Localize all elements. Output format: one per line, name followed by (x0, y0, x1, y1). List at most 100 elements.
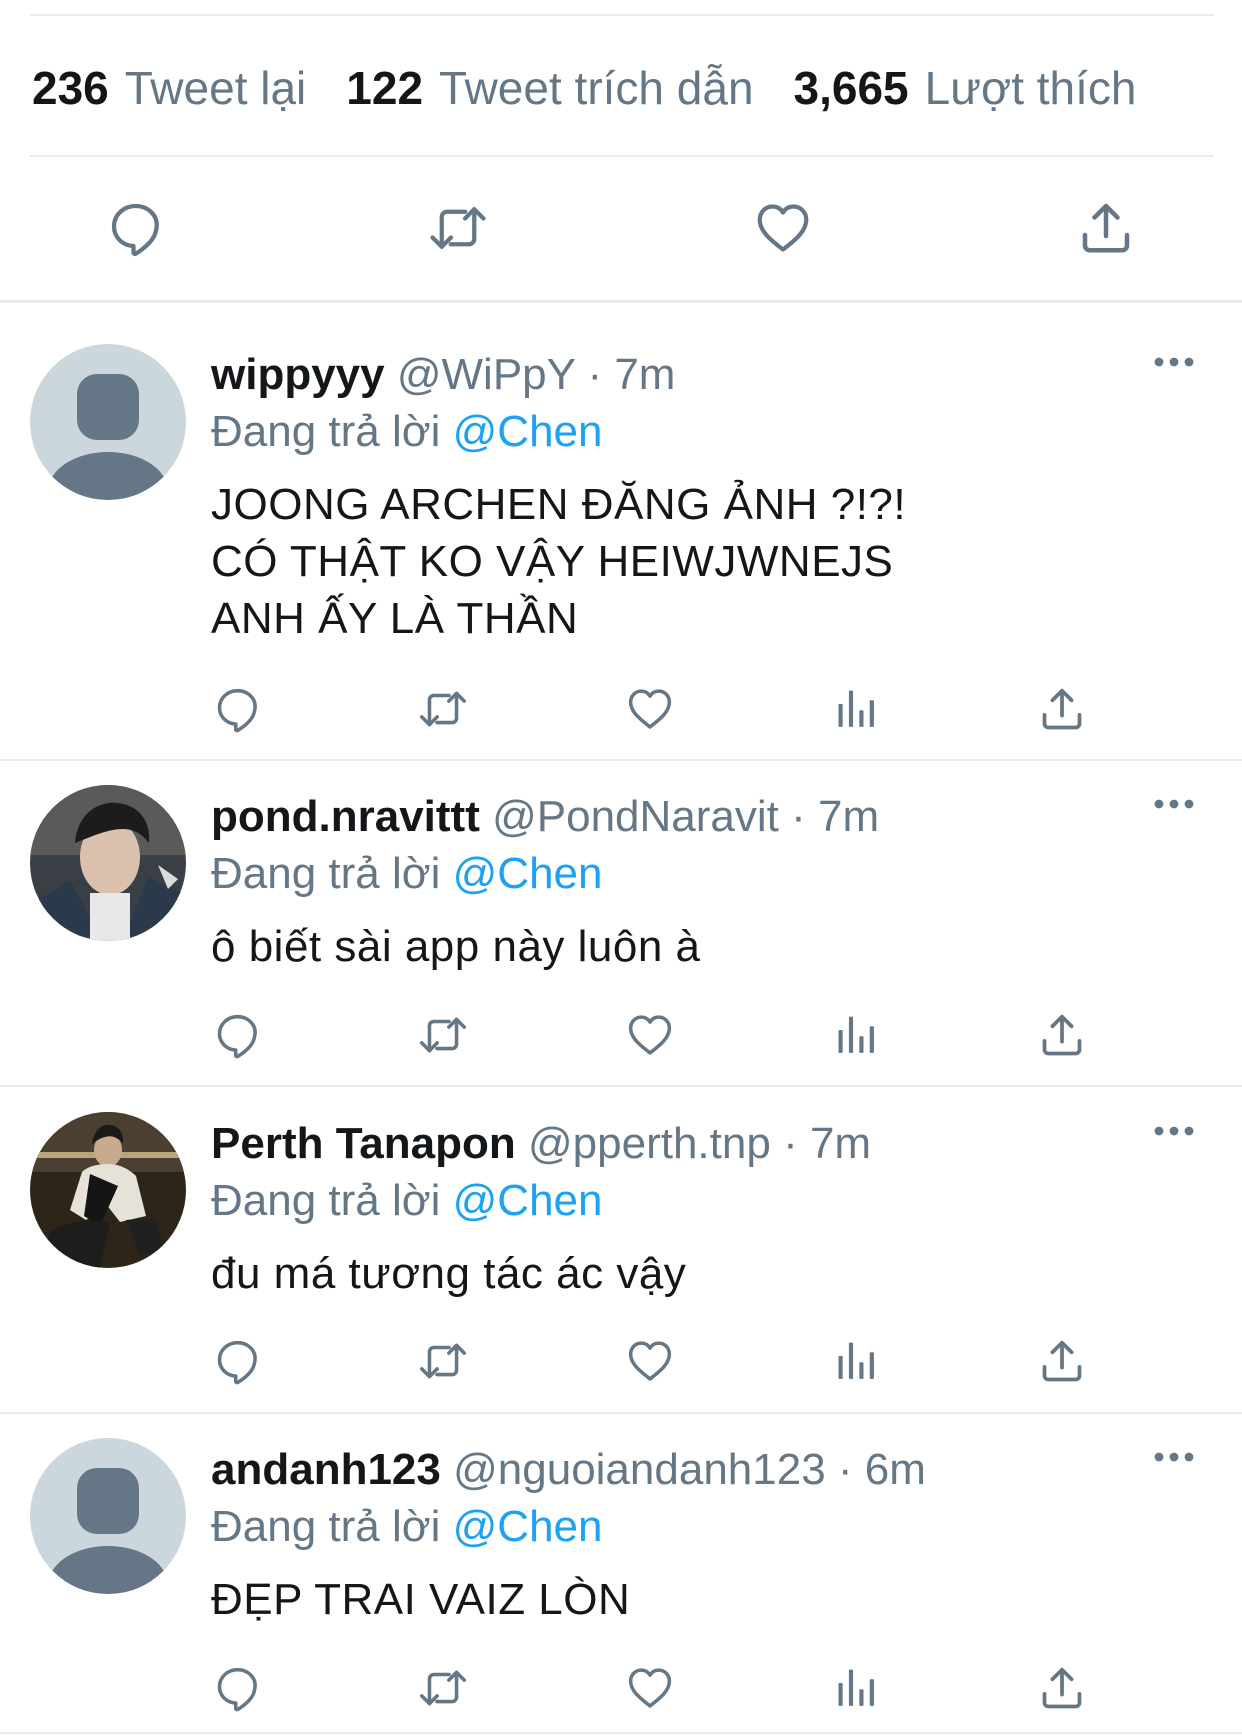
mention-link[interactable]: @Chen (453, 407, 603, 456)
share-icon (1037, 1663, 1087, 1713)
username[interactable]: @pperth.tnp (528, 1119, 771, 1168)
retweet-button[interactable] (415, 1007, 471, 1063)
timestamp: 7m (614, 350, 676, 399)
tweet-text: JOONG ARCHEN ĐĂNG ẢNH ?!?! CÓ THẬT KO VẬ… (211, 480, 907, 643)
heart-icon (625, 1010, 675, 1060)
retweet-button[interactable] (426, 196, 490, 260)
tweet-text: ô biết sài app này luôn à (211, 922, 701, 971)
mention-link[interactable]: @Chen (453, 849, 603, 898)
replying-prefix: Đang trả lời (211, 849, 441, 898)
share-button[interactable] (1034, 1333, 1090, 1389)
retweet-icon (418, 1663, 468, 1713)
mention-link[interactable]: @Chen (453, 1502, 603, 1551)
share-button[interactable] (1074, 196, 1138, 260)
share-button[interactable] (1034, 1660, 1090, 1716)
reply-icon (212, 1336, 262, 1386)
more-button[interactable] (1144, 347, 1204, 377)
separator: · (837, 1445, 853, 1494)
reply-tweet[interactable]: pond.nravittt @PondNaravit · 7m Đang trả… (0, 761, 1242, 1086)
reply-divider (0, 1732, 1242, 1734)
retweet-icon (428, 198, 488, 258)
analytics-icon (831, 684, 881, 734)
timestamp: 6m (864, 1445, 926, 1494)
reply-button[interactable] (209, 1333, 265, 1389)
share-icon (1037, 684, 1087, 734)
reply-actions (0, 1660, 1242, 1716)
analytics-button[interactable] (828, 1660, 884, 1716)
reply-icon (105, 198, 165, 258)
analytics-icon (831, 1336, 881, 1386)
display-name[interactable]: andanh123 (211, 1445, 441, 1494)
profile-photo-icon (30, 1112, 186, 1268)
analytics-button[interactable] (828, 1333, 884, 1389)
like-button[interactable] (622, 1333, 678, 1389)
share-button[interactable] (1034, 681, 1090, 737)
more-button[interactable] (1144, 789, 1204, 819)
reply-button[interactable] (209, 1660, 265, 1716)
username[interactable]: @nguoiandanh123 (453, 1445, 826, 1494)
reply-header: Perth Tanapon @pperth.tnp · 7m (211, 1115, 1182, 1173)
analytics-button[interactable] (828, 1007, 884, 1063)
retweet-button[interactable] (415, 1660, 471, 1716)
like-button[interactable] (622, 1660, 678, 1716)
retweet-button[interactable] (415, 1333, 471, 1389)
heart-icon (753, 198, 813, 258)
display-name[interactable]: pond.nravittt (211, 792, 480, 841)
replying-to: Đang trả lời @Chen (211, 845, 1182, 903)
analytics-icon (831, 1010, 881, 1060)
avatar[interactable] (30, 785, 186, 941)
replying-to: Đang trả lời @Chen (211, 1498, 1182, 1556)
more-button[interactable] (1144, 1116, 1204, 1146)
retweet-icon (418, 684, 468, 734)
like-button[interactable] (622, 681, 678, 737)
more-icon (1153, 356, 1195, 368)
retweet-button[interactable] (415, 681, 471, 737)
reply-header: pond.nravittt @PondNaravit · 7m (211, 788, 1182, 846)
share-icon (1037, 1010, 1087, 1060)
share-button[interactable] (1034, 1007, 1090, 1063)
display-name[interactable]: wippyyy (211, 350, 385, 399)
mention-link[interactable]: @Chen (453, 1176, 603, 1225)
quote-tweets-label: Tweet trích dẫn (439, 62, 754, 114)
replying-to: Đang trả lời @Chen (211, 1172, 1182, 1230)
avatar[interactable] (30, 1438, 186, 1594)
like-button[interactable] (622, 1007, 678, 1063)
heart-icon (625, 684, 675, 734)
reply-button[interactable] (103, 196, 167, 260)
reply-tweet[interactable]: andanh123 @nguoiandanh123 · 6m Đang trả … (0, 1414, 1242, 1736)
stats-divider (30, 155, 1214, 157)
reply-header: wippyyy @WiPpY · 7m (211, 346, 1182, 404)
retweet-icon (418, 1010, 468, 1060)
retweets-label: Tweet lại (124, 62, 307, 114)
reply-header: andanh123 @nguoiandanh123 · 6m (211, 1441, 1182, 1499)
display-name[interactable]: Perth Tanapon (211, 1119, 516, 1168)
more-icon (1153, 798, 1195, 810)
quote-tweets-stat[interactable]: 122 Tweet trích dẫn (346, 61, 753, 115)
avatar[interactable] (30, 1112, 186, 1268)
likes-label: Lượt thích (924, 62, 1137, 114)
avatar[interactable] (30, 344, 186, 500)
reply-tweet[interactable]: wippyyy @WiPpY · 7m Đang trả lời @Chen J… (0, 303, 1242, 760)
analytics-button[interactable] (828, 681, 884, 737)
main-tweet-actions (0, 196, 1242, 266)
default-avatar-icon (30, 344, 186, 500)
like-button[interactable] (751, 196, 815, 260)
heart-icon (625, 1663, 675, 1713)
reply-tweet[interactable]: Perth Tanapon @pperth.tnp · 7m Đang trả … (0, 1087, 1242, 1413)
more-button[interactable] (1144, 1442, 1204, 1472)
username[interactable]: @PondNaravit (492, 792, 779, 841)
reply-actions (0, 1007, 1242, 1063)
likes-count: 3,665 (793, 62, 909, 114)
reply-actions (0, 1333, 1242, 1389)
reply-icon (212, 1663, 262, 1713)
more-icon (1153, 1451, 1195, 1463)
reply-button[interactable] (209, 681, 265, 737)
replying-to: Đang trả lời @Chen (211, 403, 1182, 461)
retweets-stat[interactable]: 236 Tweet lại (32, 61, 306, 115)
quote-tweets-count: 122 (346, 62, 424, 114)
username[interactable]: @WiPpY (397, 350, 575, 399)
analytics-icon (831, 1663, 881, 1713)
reply-icon (212, 1010, 262, 1060)
reply-button[interactable] (209, 1007, 265, 1063)
likes-stat[interactable]: 3,665 Lượt thích (794, 61, 1137, 115)
